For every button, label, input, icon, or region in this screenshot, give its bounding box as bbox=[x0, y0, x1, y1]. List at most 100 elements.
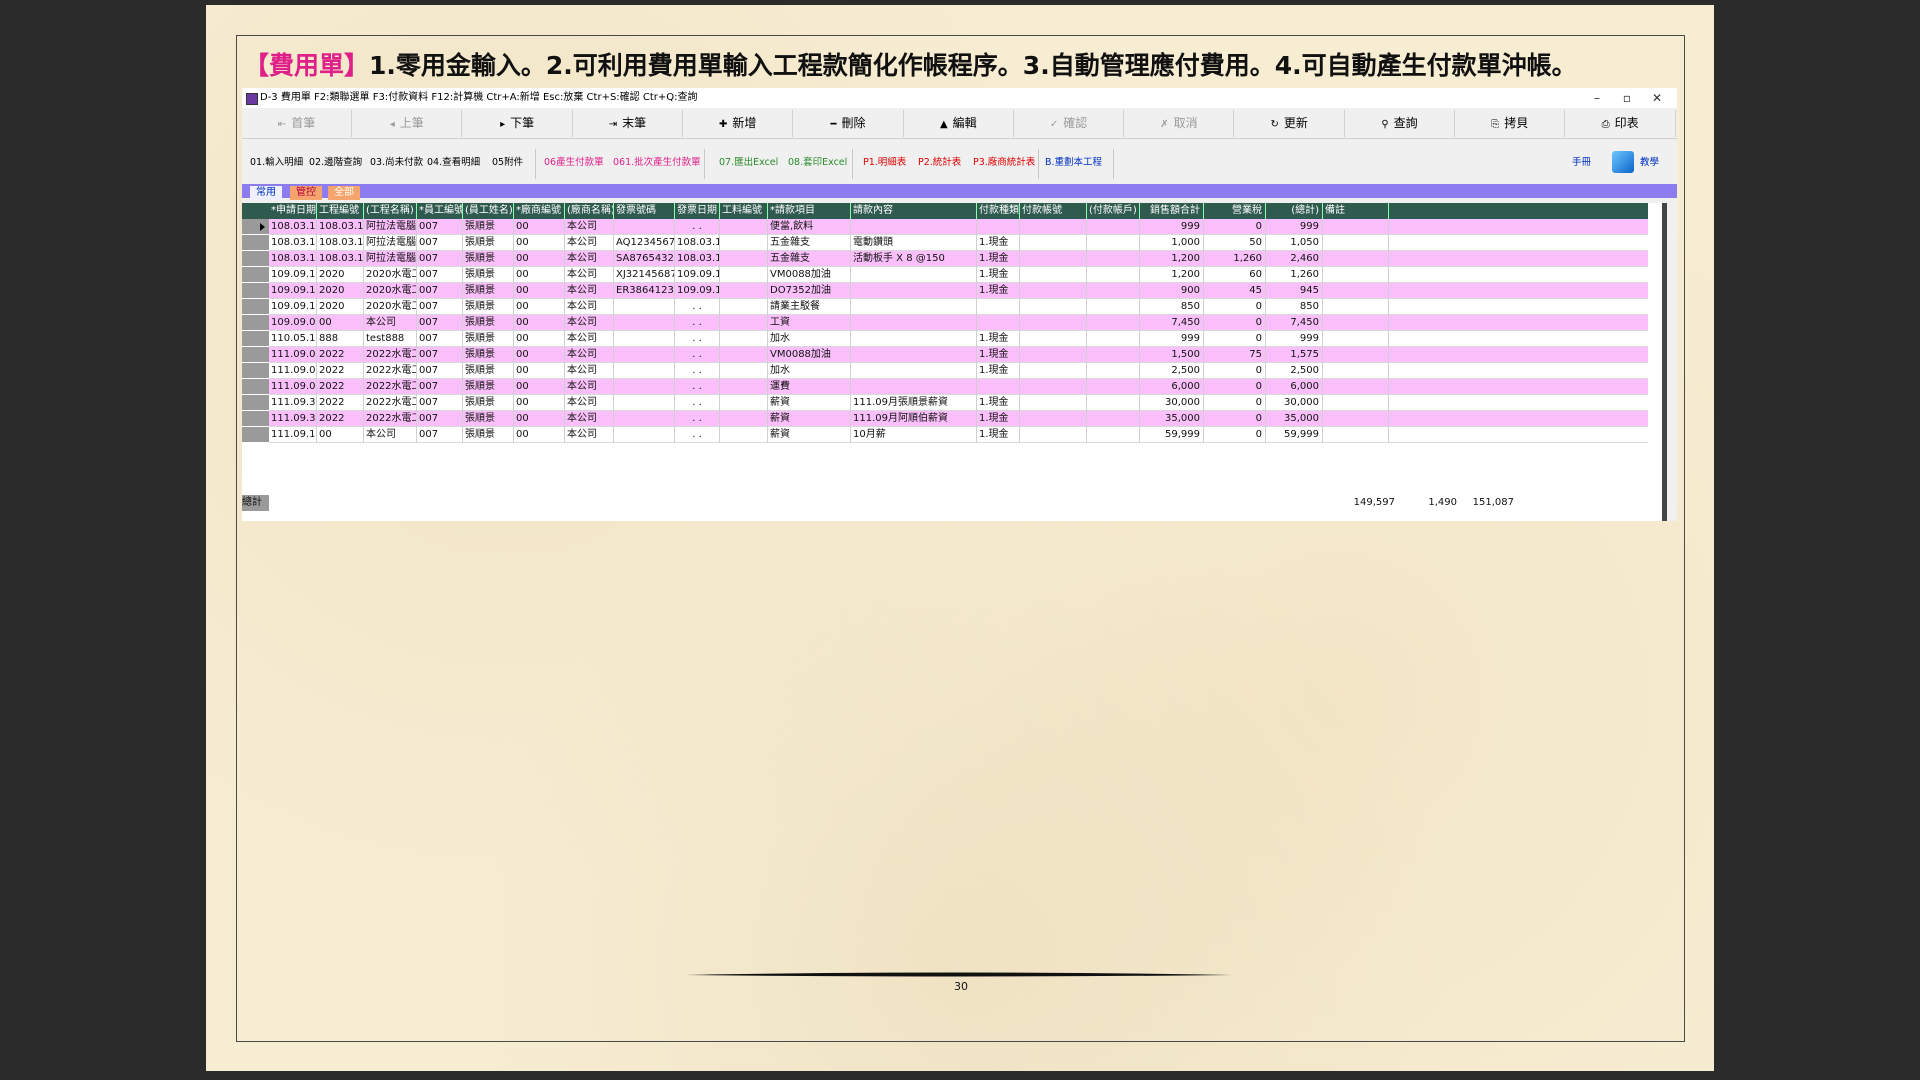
table-cell[interactable]: 108.03.18 bbox=[269, 251, 317, 267]
table-cell[interactable] bbox=[1087, 411, 1140, 427]
first-button[interactable]: ⇤ 首筆 bbox=[242, 110, 352, 137]
table-cell[interactable]: 75 bbox=[1204, 347, 1266, 363]
table-cell[interactable]: 1.現金 bbox=[977, 331, 1020, 347]
table-cell[interactable] bbox=[851, 347, 977, 363]
table-cell[interactable] bbox=[1087, 331, 1140, 347]
table-cell[interactable]: 0 bbox=[1204, 379, 1266, 395]
table-cell[interactable]: 00 bbox=[514, 315, 565, 331]
table-cell[interactable]: 1.現金 bbox=[977, 283, 1020, 299]
table-cell[interactable]: 00 bbox=[514, 267, 565, 283]
table-cell[interactable] bbox=[1323, 331, 1389, 347]
table-cell[interactable] bbox=[1020, 235, 1087, 251]
table-cell[interactable]: 0 bbox=[1204, 411, 1266, 427]
table-cell[interactable] bbox=[1020, 299, 1087, 315]
table-cell[interactable]: 60 bbox=[1204, 267, 1266, 283]
table-cell[interactable] bbox=[851, 363, 977, 379]
table-cell[interactable]: 2,500 bbox=[1266, 363, 1323, 379]
table-cell[interactable]: 阿拉法電腦 bbox=[364, 235, 417, 251]
tab-view-detail[interactable]: 04.查看明細 bbox=[427, 153, 480, 173]
tab-print-excel[interactable]: 08.套印Excel bbox=[788, 153, 847, 173]
table-cell[interactable]: 7,450 bbox=[1266, 315, 1323, 331]
table-cell[interactable]: 2020水電工 bbox=[364, 283, 417, 299]
table-cell[interactable]: 00 bbox=[514, 347, 565, 363]
table-cell[interactable]: 本公司 bbox=[364, 315, 417, 331]
table-cell[interactable]: 1.現金 bbox=[977, 363, 1020, 379]
table-cell[interactable]: 2022水電工 bbox=[364, 347, 417, 363]
table-cell[interactable] bbox=[720, 427, 768, 443]
table-cell[interactable]: 1.現金 bbox=[977, 267, 1020, 283]
table-row[interactable]: 109.09.15 2020 2020水電工 007 張順景 00 本公司 . . 請業主駁餐 8… bbox=[242, 299, 1648, 315]
table-row[interactable]: 111.09.06 2022 2022水電工 007 張順景 00 本公司 . . 運費 6,00… bbox=[242, 379, 1648, 395]
table-cell[interactable] bbox=[977, 219, 1020, 235]
table-row[interactable]: 108.03.17108.03.14阿拉法電腦007張順景00本公司AQ1234… bbox=[242, 235, 1648, 251]
table-cell[interactable]: 00 bbox=[514, 363, 565, 379]
table-cell[interactable] bbox=[851, 379, 977, 395]
column-header[interactable]: 發票日期 bbox=[675, 203, 720, 219]
table-cell[interactable] bbox=[1087, 267, 1140, 283]
table-cell[interactable] bbox=[1323, 315, 1389, 331]
table-cell[interactable]: 薪資 bbox=[768, 411, 851, 427]
table-cell[interactable]: 007 bbox=[417, 251, 463, 267]
table-cell[interactable]: 本公司 bbox=[565, 251, 614, 267]
table-cell[interactable]: DO7352加油 bbox=[768, 283, 851, 299]
table-cell[interactable]: 薪資 bbox=[768, 427, 851, 443]
table-cell[interactable] bbox=[614, 219, 675, 235]
table-cell[interactable] bbox=[1020, 363, 1087, 379]
table-cell[interactable]: 999 bbox=[1266, 219, 1323, 235]
add-button[interactable]: ✚ 新增 bbox=[683, 110, 794, 137]
table-cell[interactable]: 2020 bbox=[317, 283, 364, 299]
table-cell[interactable]: 張順景 bbox=[463, 395, 514, 411]
table-cell[interactable]: 109.09.16 bbox=[269, 283, 317, 299]
table-cell[interactable]: 電動鑽頭 bbox=[851, 235, 977, 251]
row-selector[interactable] bbox=[242, 235, 269, 251]
table-cell[interactable] bbox=[851, 219, 977, 235]
table-cell[interactable]: 00 bbox=[514, 395, 565, 411]
table-cell[interactable] bbox=[1323, 235, 1389, 251]
table-cell[interactable]: 999 bbox=[1140, 219, 1204, 235]
table-cell[interactable] bbox=[1087, 427, 1140, 443]
table-cell[interactable]: 張順景 bbox=[463, 235, 514, 251]
table-cell[interactable]: 本公司 bbox=[565, 363, 614, 379]
table-cell[interactable]: 0 bbox=[1204, 219, 1266, 235]
table-cell[interactable]: 109.09.15 bbox=[269, 299, 317, 315]
table-cell[interactable]: 薪資 bbox=[768, 395, 851, 411]
table-cell[interactable]: 108.03.17 bbox=[675, 235, 720, 251]
table-cell[interactable] bbox=[851, 299, 977, 315]
table-cell[interactable]: 108.03.18 bbox=[675, 251, 720, 267]
row-selector[interactable] bbox=[242, 379, 269, 395]
table-cell[interactable]: 2022水電工 bbox=[364, 411, 417, 427]
table-cell[interactable] bbox=[1020, 331, 1087, 347]
table-cell[interactable]: 30,000 bbox=[1266, 395, 1323, 411]
table-cell[interactable]: 007 bbox=[417, 363, 463, 379]
table-cell[interactable]: 本公司 bbox=[565, 427, 614, 443]
tab-export-excel[interactable]: 07.匯出Excel bbox=[719, 153, 778, 173]
table-cell[interactable]: 本公司 bbox=[565, 299, 614, 315]
table-cell[interactable]: 2022水電工 bbox=[364, 363, 417, 379]
column-header[interactable]: *請款項目 bbox=[768, 203, 851, 219]
table-cell[interactable] bbox=[1323, 299, 1389, 315]
table-cell[interactable]: 7,450 bbox=[1140, 315, 1204, 331]
table-cell[interactable]: 1,260 bbox=[1266, 267, 1323, 283]
table-cell[interactable]: 活動板手 X 8 @150 bbox=[851, 251, 977, 267]
table-cell[interactable] bbox=[851, 331, 977, 347]
table-row[interactable]: 111.09.06 2022 2022水電工 007 張順景 00 本公司 . . VM0088… bbox=[242, 347, 1648, 363]
tab-unpaid[interactable]: 03.尚未付款 bbox=[370, 153, 423, 173]
table-cell[interactable] bbox=[1087, 219, 1140, 235]
table-cell[interactable] bbox=[1323, 395, 1389, 411]
table-cell[interactable]: 張順景 bbox=[463, 347, 514, 363]
table-cell[interactable] bbox=[1020, 347, 1087, 363]
minimize-button[interactable]: – bbox=[1582, 88, 1612, 108]
table-cell[interactable] bbox=[1087, 363, 1140, 379]
table-cell[interactable] bbox=[851, 283, 977, 299]
table-row[interactable]: 109.09.16 2020 2020水電工 007 張順景 00 本公司 ER3864123… bbox=[242, 283, 1648, 299]
table-cell[interactable] bbox=[1020, 315, 1087, 331]
row-selector[interactable] bbox=[242, 347, 269, 363]
table-cell[interactable]: 1.現金 bbox=[977, 235, 1020, 251]
table-cell[interactable] bbox=[1087, 235, 1140, 251]
table-cell[interactable]: AQ12345678 bbox=[614, 235, 675, 251]
column-header[interactable]: *廠商編號 bbox=[514, 203, 565, 219]
table-cell[interactable]: 6,000 bbox=[1266, 379, 1323, 395]
table-cell[interactable]: 1,260 bbox=[1204, 251, 1266, 267]
column-header[interactable]: (總計) bbox=[1266, 203, 1323, 219]
table-cell[interactable] bbox=[614, 395, 675, 411]
